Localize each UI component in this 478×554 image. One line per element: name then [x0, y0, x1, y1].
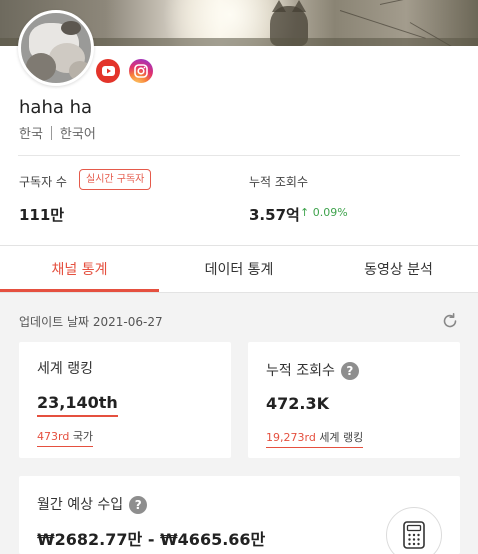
- country-rank-link[interactable]: 473rd 국가: [37, 428, 94, 447]
- banner-branch: [379, 0, 449, 5]
- realtime-subscribers-button[interactable]: 실시간 구독자: [79, 169, 152, 190]
- instagram-icon[interactable]: [129, 59, 153, 83]
- subscribers-value: 111만: [19, 206, 65, 224]
- update-date: 업데이트 날짜 2021-06-27: [19, 315, 163, 329]
- meta-separator: [50, 125, 52, 140]
- monthly-income-label: 월간 예상 수입: [37, 497, 124, 513]
- world-rank-value: 23,140th: [37, 393, 118, 417]
- monthly-income-value: ₩2682.77만 - ₩4665.66만: [37, 530, 266, 549]
- subscribers-label: 구독자 수: [19, 175, 67, 189]
- divider: [0, 245, 478, 246]
- channel-avatar[interactable]: [18, 10, 94, 86]
- views-change-value: 0.09%: [312, 206, 348, 219]
- tab-video-analysis[interactable]: 동영상 분석: [319, 248, 478, 290]
- total-views-card-value: 472.3K: [266, 394, 330, 413]
- country-rank-value: 473rd: [37, 430, 70, 443]
- calculator-icon: [403, 521, 425, 549]
- views-world-rank-value: 19,273rd: [266, 431, 316, 444]
- help-icon[interactable]: ?: [340, 362, 359, 380]
- total-views-card-label: 누적 조회수: [266, 363, 335, 379]
- world-rank-link[interactable]: 19,273rd 세계 랭킹: [266, 429, 364, 448]
- tab-data-stats[interactable]: 데이터 통계: [159, 248, 319, 290]
- arrow-up-icon: ↑: [300, 206, 310, 219]
- channel-name: haha ha: [19, 97, 93, 118]
- views-change: ↑ 0.09%: [300, 206, 348, 219]
- calculator-button[interactable]: [386, 507, 442, 554]
- help-icon[interactable]: ?: [129, 496, 148, 514]
- views-world-rank-label: 세계 랭킹: [319, 431, 364, 444]
- total-views-label: 누적 조회수: [249, 175, 309, 189]
- total-views-value: 3.57억: [249, 206, 300, 224]
- tab-channel-stats[interactable]: 채널 통계: [0, 248, 159, 290]
- divider: [18, 155, 460, 156]
- monthly-income-title: 월간 예상 수입?: [37, 494, 148, 514]
- world-rank-title: 세계 랭킹: [37, 361, 93, 377]
- country-rank-label: 국가: [72, 430, 94, 443]
- channel-meta: 한국 한국어: [19, 123, 96, 142]
- channel-language: 한국어: [59, 127, 96, 142]
- channel-country: 한국: [19, 127, 43, 142]
- refresh-icon[interactable]: [441, 312, 459, 330]
- total-views-card-title: 누적 조회수?: [266, 360, 359, 380]
- youtube-icon[interactable]: [96, 59, 120, 83]
